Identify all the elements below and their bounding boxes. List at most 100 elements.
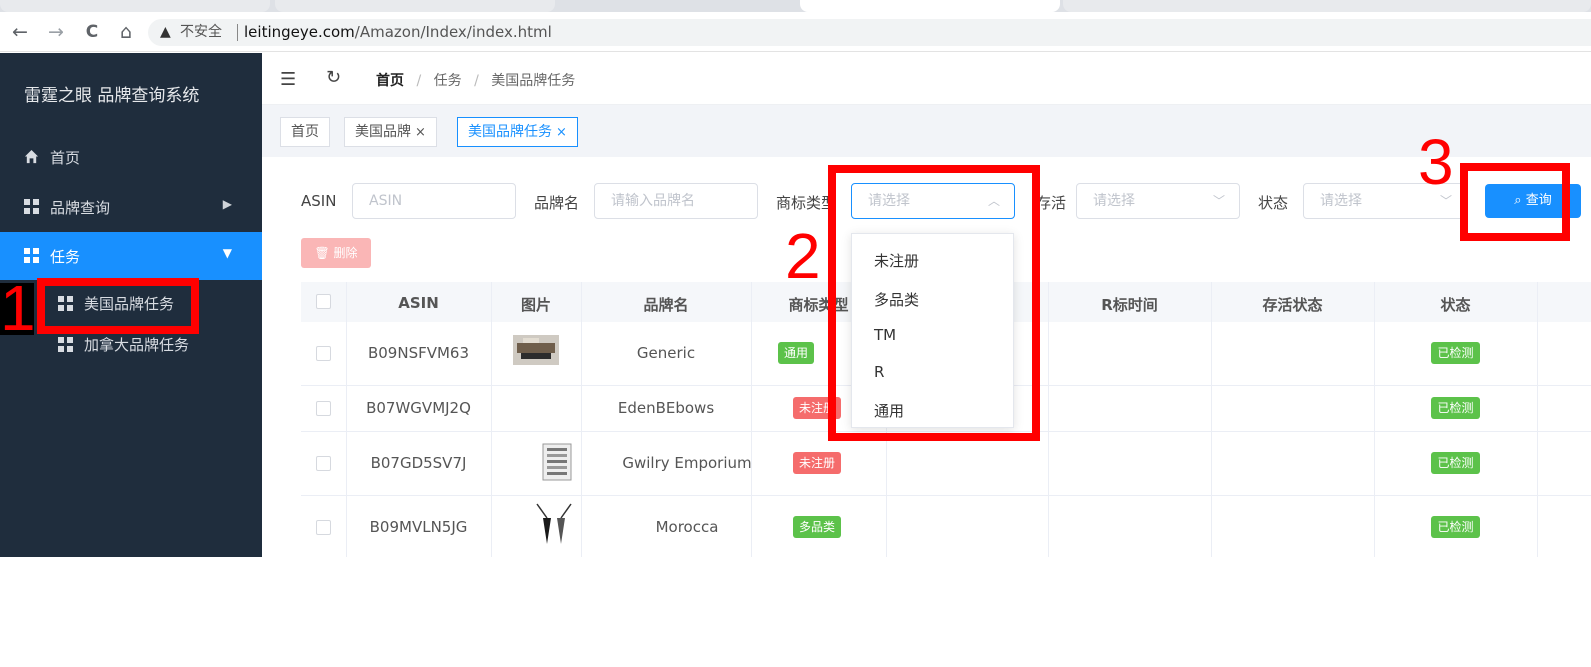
alive-status-select[interactable]: 请选择 ﹀ xyxy=(1076,183,1240,219)
select-all-checkbox[interactable] xyxy=(316,294,331,309)
forward-arrow-icon[interactable]: → xyxy=(44,20,68,44)
top-header: ☰ ↻ 首页 / 任务 / 美国品牌任务 xyxy=(262,53,1591,105)
breadcrumb-separator: / xyxy=(416,73,422,89)
url-host: leitingeye.com xyxy=(244,23,355,41)
column-header-r-time[interactable]: R标时间 xyxy=(1048,294,1211,315)
column-header-brand[interactable]: 品牌名 xyxy=(581,294,751,315)
browser-tab[interactable] xyxy=(0,0,270,12)
asin-input[interactable]: ASIN xyxy=(352,183,516,219)
brand-name-input[interactable]: 请输入品牌名 xyxy=(594,183,758,219)
status-badge: 已检测 xyxy=(1431,342,1480,364)
sidebar-item-tasks[interactable]: 任务 ▼ xyxy=(0,232,262,280)
chevron-down-icon: ﹀ xyxy=(1212,194,1225,208)
refresh-icon[interactable]: ↻ xyxy=(326,67,341,88)
cell-asin: B09MVLN5JG xyxy=(369,518,468,536)
breadcrumb-item: 美国品牌任务 xyxy=(491,73,576,89)
breadcrumb-item: 任务 xyxy=(433,73,462,89)
annotation-box-3 xyxy=(1460,163,1570,241)
reload-icon[interactable]: C xyxy=(80,20,104,44)
home-icon xyxy=(24,149,39,164)
app-brand-title: 雷霆之眼 品牌查询系统 xyxy=(24,86,200,106)
sidebar-item-brand-query[interactable]: 品牌查询 ▶ xyxy=(0,183,262,231)
trademark-type-label: 商标类型 xyxy=(776,194,837,212)
status-filter-label: 状态 xyxy=(1258,194,1289,212)
product-thumbnail xyxy=(542,443,572,481)
url-field[interactable]: ▲ 不安全 leitingeye.com/Amazon/Index/index.… xyxy=(148,19,1591,46)
type-badge: 多品类 xyxy=(792,516,841,538)
sidebar-item-home[interactable]: 首页 xyxy=(0,133,262,181)
grid-icon xyxy=(24,199,39,214)
annotation-number-1: 1 xyxy=(0,272,36,344)
cell-status: 已检测 xyxy=(1374,452,1537,474)
security-status-text[interactable]: 不安全 xyxy=(180,19,222,46)
column-header-alive-status[interactable]: 存活状态 xyxy=(1211,294,1374,315)
grid-icon xyxy=(58,337,73,352)
cell-asin: B09NSFVM63 xyxy=(367,344,470,362)
type-badge: 未注册 xyxy=(792,452,841,474)
cell-type: 未注册 xyxy=(772,452,862,474)
cell-brand: EdenBEbows xyxy=(617,399,715,417)
browser-tab-active[interactable] xyxy=(800,0,1060,12)
asin-filter-label: ASIN xyxy=(301,192,337,210)
home-icon[interactable]: ⌂ xyxy=(114,20,138,44)
annotation-number-2: 2 xyxy=(785,220,821,292)
cell-status: 已检测 xyxy=(1374,516,1537,538)
browser-tab[interactable] xyxy=(275,0,555,12)
warning-triangle-icon[interactable]: ▲ xyxy=(160,19,171,46)
row-checkbox[interactable] xyxy=(316,346,331,361)
grid-icon xyxy=(24,248,39,263)
screenshot-canvas: ← → C ⌂ ▲ 不安全 leitingeye.com/Amazon/Inde… xyxy=(0,0,1591,667)
browser-tab-strip xyxy=(0,0,1591,12)
tag-home[interactable]: 首页 xyxy=(280,117,330,147)
tag-us-brand[interactable]: 美国品牌 × xyxy=(344,117,437,147)
cell-asin: B07GD5SV7J xyxy=(370,454,467,472)
chevron-right-icon: ▶ xyxy=(222,197,232,211)
select-placeholder: 请选择 xyxy=(1093,193,1135,209)
product-thumbnail xyxy=(513,335,559,365)
address-bar-row: ← → C ⌂ ▲ 不安全 leitingeye.com/Amazon/Inde… xyxy=(0,12,1591,52)
cell-status: 已检测 xyxy=(1374,397,1537,419)
column-header-status[interactable]: 状态 xyxy=(1374,294,1537,315)
back-arrow-icon[interactable]: ← xyxy=(8,20,32,44)
close-icon[interactable]: × xyxy=(415,125,426,140)
column-header-asin[interactable]: ASIN xyxy=(346,294,491,312)
url-path: /Amazon/Index/index.html xyxy=(354,23,552,41)
status-badge: 已检测 xyxy=(1431,516,1480,538)
tag-label: 首页 xyxy=(291,124,319,140)
sidebar-subitem-label: 加拿大品牌任务 xyxy=(84,336,190,354)
status-badge: 已检测 xyxy=(1431,397,1480,419)
alive-filter-label: 存活 xyxy=(1036,194,1067,212)
table-row[interactable]: B07GD5SV7J Gwilry Emporium 未注册 已检测 xyxy=(301,432,1591,496)
browser-tab[interactable] xyxy=(1063,0,1591,12)
url-separator xyxy=(237,24,238,41)
cell-type: 多品类 xyxy=(772,516,862,538)
cell-brand: Generic xyxy=(636,344,696,362)
column-header-image[interactable]: 图片 xyxy=(491,294,581,315)
brand-filter-label: 品牌名 xyxy=(534,194,580,212)
product-thumbnail xyxy=(536,503,572,544)
annotation-box-2 xyxy=(828,165,1040,441)
row-checkbox[interactable] xyxy=(316,401,331,416)
menu-toggle-icon[interactable]: ☰ xyxy=(280,69,296,90)
breadcrumb-item[interactable]: 首页 xyxy=(376,73,404,89)
breadcrumb-separator: / xyxy=(474,73,479,89)
annotation-box-1 xyxy=(37,278,199,334)
delete-button-label: 删除 xyxy=(333,246,358,260)
table-row[interactable]: B09MVLN5JG Morocca 多品类 已检测 xyxy=(301,496,1591,560)
row-checkbox[interactable] xyxy=(316,456,331,471)
empty-margin xyxy=(0,557,1591,667)
select-placeholder: 请选择 xyxy=(1320,193,1362,209)
cell-brand: Gwilry Emporium xyxy=(622,454,752,472)
breadcrumb: 首页 / 任务 / 美国品牌任务 xyxy=(376,70,575,90)
tag-us-brand-tasks[interactable]: 美国品牌任务 × xyxy=(457,117,578,147)
tag-label: 美国品牌 xyxy=(355,124,411,140)
trash-icon: 🗑 xyxy=(314,246,330,260)
url-text[interactable]: leitingeye.com/Amazon/Index/index.html xyxy=(244,19,552,46)
chevron-down-icon: ▼ xyxy=(222,246,232,260)
type-badge: 通用 xyxy=(777,342,814,364)
tag-label: 美国品牌任务 xyxy=(468,124,552,140)
row-checkbox[interactable] xyxy=(316,520,331,535)
annotation-number-3: 3 xyxy=(1418,126,1454,198)
close-icon[interactable]: × xyxy=(556,125,567,140)
delete-button[interactable]: 🗑 删除 xyxy=(301,238,371,268)
